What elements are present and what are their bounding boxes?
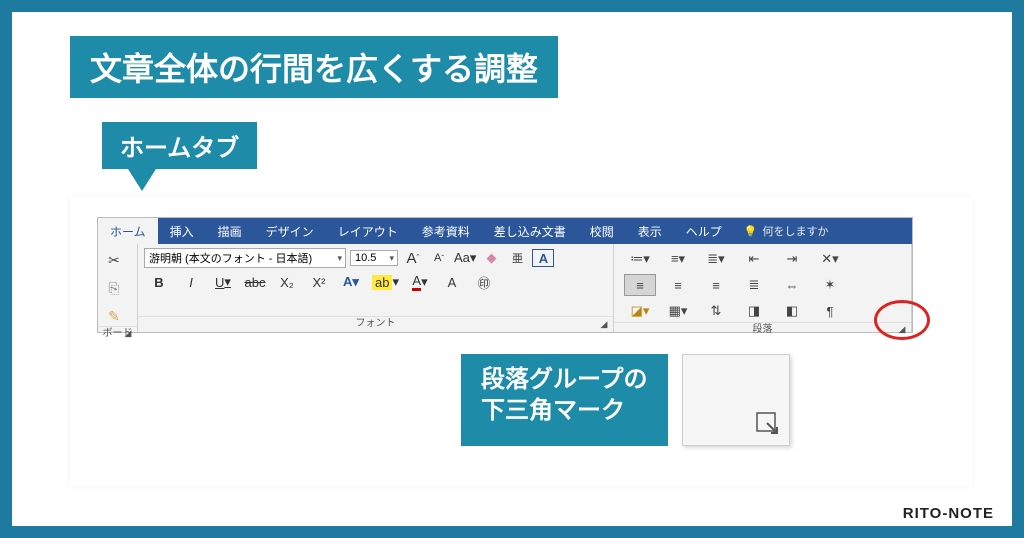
group-clipboard-label: ボード ◢ bbox=[98, 326, 137, 341]
subscript-button[interactable]: X₂ bbox=[276, 272, 298, 292]
group-font: 游明朝 (本文のフォント - 日本語) 10.5 Aˆ Aˇ Aa▾ ◆ 亜 A… bbox=[138, 244, 614, 332]
shrink-font-button[interactable]: Aˇ bbox=[428, 248, 450, 268]
sort-button[interactable]: ✶ bbox=[814, 274, 846, 296]
italic-button[interactable]: I bbox=[180, 272, 202, 292]
tab-insert[interactable]: 挿入 bbox=[158, 218, 206, 244]
indent-right-button[interactable]: ◧ bbox=[776, 300, 808, 322]
tab-references[interactable]: 参考資料 bbox=[410, 218, 482, 244]
tab-design[interactable]: デザイン bbox=[254, 218, 326, 244]
font-launcher-icon[interactable]: ◢ bbox=[597, 317, 611, 331]
borders-button[interactable]: ▦▾ bbox=[662, 300, 694, 322]
word-ribbon: ホーム 挿入 描画 デザイン レイアウト 参考資料 差し込み文書 校閲 表示 ヘ… bbox=[97, 217, 913, 333]
asian-layout-button[interactable]: ✕▾ bbox=[814, 248, 846, 270]
show-marks-button[interactable]: ¶ bbox=[814, 300, 846, 322]
lightbulb-icon: 💡 bbox=[744, 225, 758, 238]
tell-me-label: 何をしますか bbox=[762, 223, 828, 239]
align-right-button[interactable]: ≡ bbox=[700, 274, 732, 296]
line-spacing-button[interactable]: ⇅ bbox=[700, 300, 732, 322]
grow-font-button[interactable]: Aˆ bbox=[402, 248, 424, 268]
multilevel-list-button[interactable]: ≣▾ bbox=[700, 248, 732, 270]
numbering-button[interactable]: ≡▾ bbox=[662, 248, 694, 270]
justify-button[interactable]: ≣ bbox=[738, 274, 770, 296]
character-border-button[interactable]: A bbox=[532, 249, 554, 267]
copy-button[interactable]: ⎘ bbox=[104, 278, 124, 298]
paragraph-launcher-icon[interactable]: ◢ bbox=[895, 322, 909, 336]
tab-layout[interactable]: レイアウト bbox=[326, 218, 410, 244]
group-clipboard: ✂ ⎘ ✎ ボード ◢ bbox=[98, 244, 138, 332]
zoom-launcher-chip bbox=[682, 354, 790, 446]
tab-draw[interactable]: 描画 bbox=[206, 218, 254, 244]
enclose-characters-button[interactable]: ㊞ bbox=[473, 272, 495, 292]
callout-home-tab: ホームタブ bbox=[102, 122, 257, 191]
tell-me-search[interactable]: 💡 何をしますか bbox=[734, 218, 839, 244]
decrease-indent-button[interactable]: ⇤ bbox=[738, 248, 770, 270]
group-paragraph-label: 段落 ◢ bbox=[614, 322, 911, 337]
tab-home[interactable]: ホーム bbox=[98, 218, 158, 244]
change-case-button[interactable]: Aa▾ bbox=[454, 248, 476, 268]
strikethrough-button[interactable]: abc bbox=[244, 272, 266, 292]
group-paragraph: ≔▾ ≡▾ ≣▾ ⇤ ⇥ ✕▾ ≡ ≡ ≡ ≣ ⇔ ✶ ◪▾ ▦▾ ⇅ ◨ ◧ … bbox=[614, 244, 912, 332]
ribbon-body: ✂ ⎘ ✎ ボード ◢ 游明朝 (本文のフォント - 日本語) 10.5 Aˆ … bbox=[98, 244, 912, 332]
tab-view[interactable]: 表示 bbox=[626, 218, 674, 244]
callout-arrow-icon bbox=[128, 169, 156, 191]
callout-paragraph-text: 段落グループの 下三角マーク bbox=[461, 354, 668, 446]
callout-home-label: ホームタブ bbox=[102, 122, 257, 169]
increase-indent-button[interactable]: ⇥ bbox=[776, 248, 808, 270]
phonetic-guide-button[interactable]: 亜 bbox=[506, 248, 528, 268]
tab-review[interactable]: 校閲 bbox=[578, 218, 626, 244]
font-size-select[interactable]: 10.5 bbox=[350, 250, 398, 266]
callout-paragraph-launcher: 段落グループの 下三角マーク bbox=[461, 354, 790, 446]
cut-button[interactable]: ✂ bbox=[104, 250, 124, 270]
dialog-launcher-icon bbox=[755, 411, 781, 437]
distributed-button[interactable]: ⇔ bbox=[776, 274, 808, 296]
superscript-button[interactable]: X² bbox=[308, 272, 330, 292]
indent-left-button[interactable]: ◨ bbox=[738, 300, 770, 322]
paragraph-controls: ≔▾ ≡▾ ≣▾ ⇤ ⇥ ✕▾ ≡ ≡ ≡ ≣ ⇔ ✶ ◪▾ ▦▾ ⇅ ◨ ◧ … bbox=[614, 244, 911, 322]
bullets-button[interactable]: ≔▾ bbox=[624, 248, 656, 270]
callout-line1: 段落グループの bbox=[481, 364, 648, 395]
watermark-label: RITO-NOTE bbox=[903, 505, 994, 522]
page-title: 文章全体の行間を広くする調整 bbox=[70, 36, 558, 98]
clipboard-launcher-icon[interactable]: ◢ bbox=[121, 326, 135, 340]
character-shading-button[interactable]: A bbox=[441, 272, 463, 292]
shading-button[interactable]: ◪▾ bbox=[624, 300, 656, 322]
align-center-button[interactable]: ≡ bbox=[662, 274, 694, 296]
highlight-button[interactable]: ab▾ bbox=[372, 272, 399, 292]
font-color-button[interactable]: A▾ bbox=[409, 272, 431, 292]
bold-button[interactable]: B bbox=[148, 272, 170, 292]
group-font-label: フォント ◢ bbox=[138, 316, 613, 332]
underline-button[interactable]: U▾ bbox=[212, 272, 234, 292]
text-effects-button[interactable]: A▾ bbox=[340, 272, 362, 292]
tab-mailings[interactable]: 差し込み文書 bbox=[482, 218, 578, 244]
callout-line2: 下三角マーク bbox=[481, 395, 648, 426]
format-painter-button[interactable]: ✎ bbox=[104, 306, 124, 326]
align-left-button[interactable]: ≡ bbox=[624, 274, 656, 296]
font-name-select[interactable]: 游明朝 (本文のフォント - 日本語) bbox=[144, 248, 346, 268]
svg-text:亜: 亜 bbox=[512, 253, 523, 265]
tab-help[interactable]: ヘルプ bbox=[674, 218, 734, 244]
clear-formatting-button[interactable]: ◆ bbox=[480, 248, 502, 268]
ribbon-tabs: ホーム 挿入 描画 デザイン レイアウト 参考資料 差し込み文書 校閲 表示 ヘ… bbox=[98, 218, 912, 244]
